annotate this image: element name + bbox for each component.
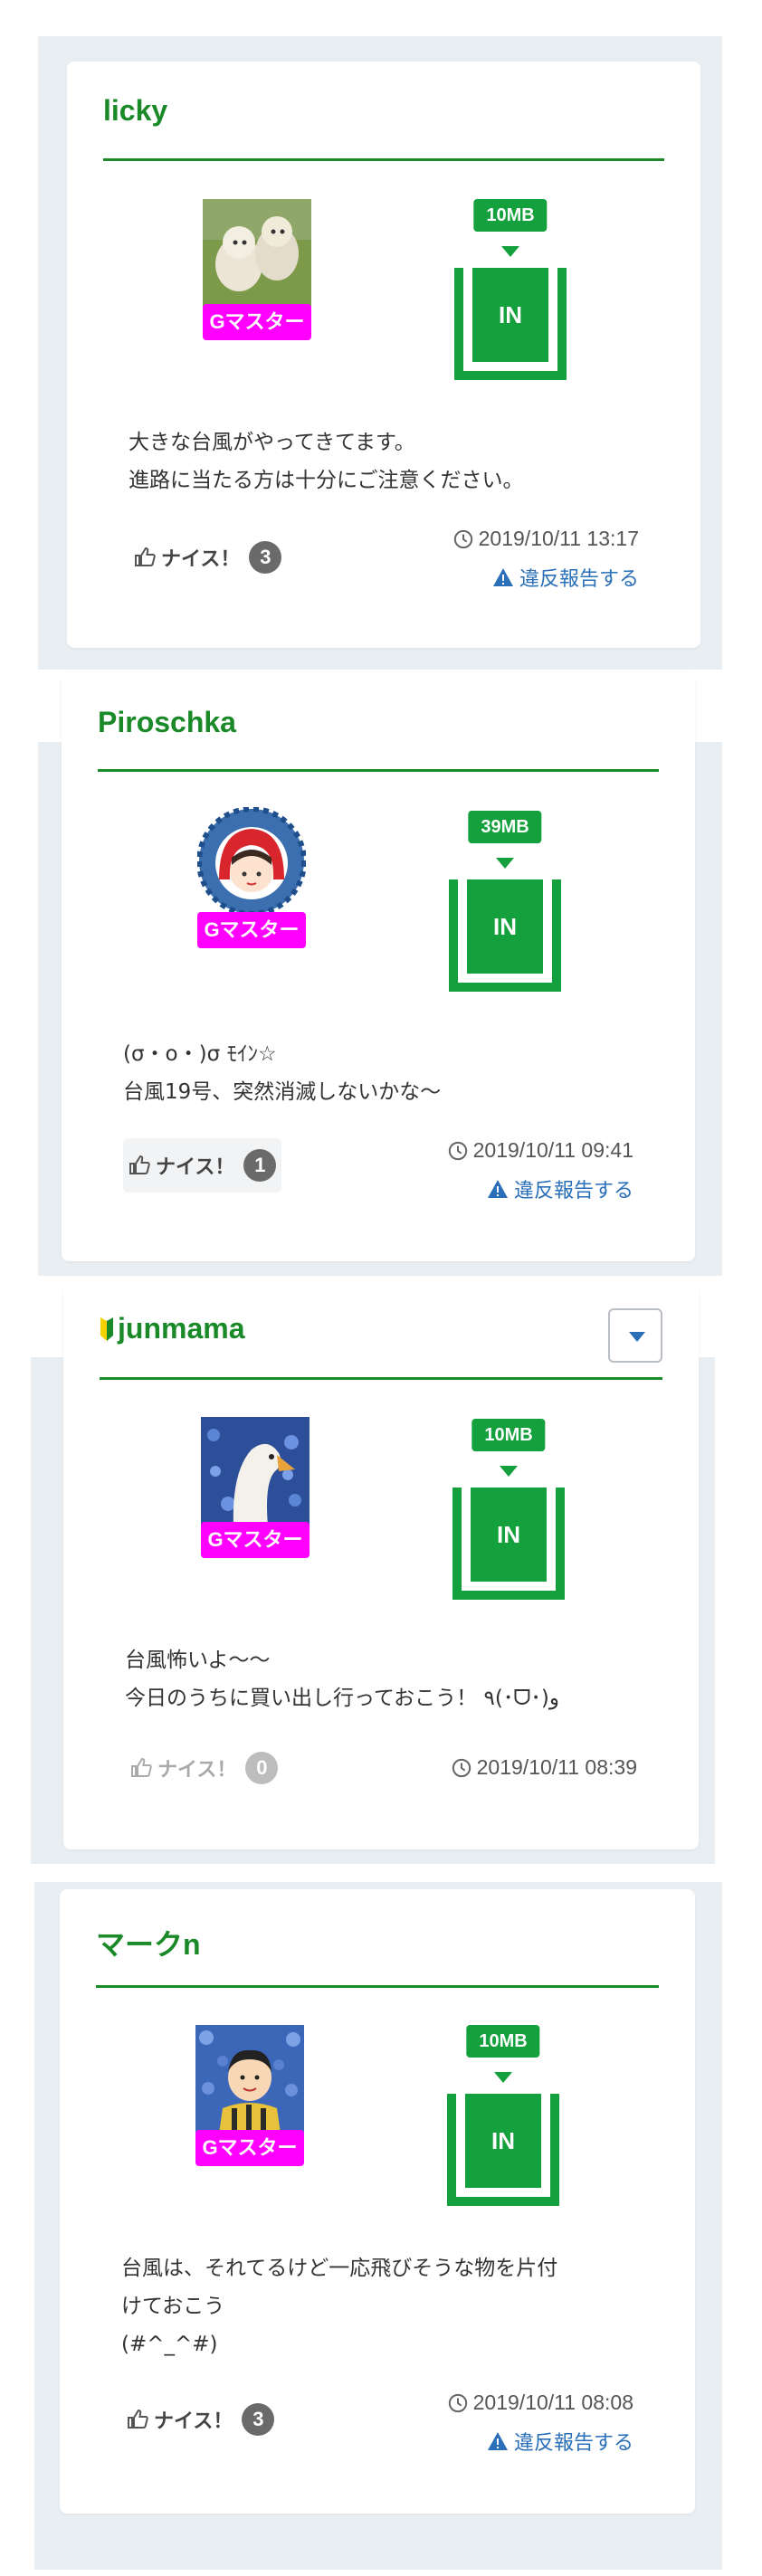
down-arrow-icon [501, 246, 519, 257]
divider [103, 158, 664, 161]
data-amount-label: 10MB [471, 1419, 546, 1451]
data-amount-label: 39MB [468, 811, 542, 843]
nice-label: ナイス！ [156, 1156, 235, 1179]
in-label: IN [472, 268, 548, 362]
nice-count: 0 [245, 1752, 279, 1784]
report-link[interactable]: 違反報告する [492, 563, 639, 592]
divider [100, 1377, 662, 1380]
thumbs-up-icon [135, 547, 156, 566]
nice-button[interactable]: ナイス！ 0 [125, 1741, 283, 1795]
comment-text: 大きな台風がやってきてます。 進路に当たる方は十分にご注意ください。 [129, 431, 524, 492]
timestamp-text: 2019/10/11 09:41 [472, 1138, 633, 1162]
data-amount-label: 10MB [466, 2025, 540, 2058]
data-transfer-icon: 10MB IN [447, 2025, 559, 2206]
in-tray-icon: IN [447, 2094, 559, 2206]
goose-photo [201, 1417, 310, 1526]
rank-badge: Gマスター [195, 2130, 304, 2166]
divider [96, 1985, 659, 1988]
red-hood-girl-avatar [197, 807, 306, 916]
avatar[interactable]: Gマスター [197, 807, 306, 950]
down-arrow-icon [494, 2072, 512, 2083]
nice-button[interactable]: ナイス！ 1 [123, 1138, 282, 1193]
nice-label: ナイス！ [154, 2410, 233, 2433]
comment-text: (σ・o・)σ ﾓｲﾝ☆ 台風19号、突然消滅しないかな〜 [123, 1042, 442, 1104]
nice-label: ナイス！ [157, 1759, 237, 1782]
data-transfer-icon: 10MB IN [452, 1419, 565, 1600]
down-arrow-icon [500, 1466, 518, 1477]
beginner-mark-icon [100, 1317, 113, 1341]
nice-count: 3 [249, 541, 282, 574]
report-label: 違反報告する [513, 2432, 633, 2455]
rank-badge: Gマスター [197, 912, 306, 948]
report-label: 違反報告する [519, 568, 639, 591]
in-label: IN [471, 1488, 547, 1582]
data-amount-label: 10MB [473, 199, 548, 232]
report-label: 違反報告する [513, 1180, 633, 1202]
in-label: IN [467, 879, 543, 974]
clock-icon [452, 1758, 471, 1777]
clock-icon [453, 529, 472, 548]
rank-badge: Gマスター [203, 304, 311, 340]
nice-button[interactable]: ナイス！ 3 [129, 530, 287, 585]
comment-text: 台風は、それてるけど一応飛びそうな物を片付 けておこう (#^_^#) [121, 2257, 558, 2356]
thumbs-up-icon [131, 1757, 152, 1777]
timestamp-text: 2019/10/11 08:39 [476, 1755, 637, 1779]
post-card: junmama Gマスター 10MB IN 台風怖いよ〜〜 今日のうちに買い出し… [63, 1283, 699, 1849]
post-card: Piroschka Gマスター 39MB IN (σ・o・)σ ﾓｲﾝ☆ 台風1… [62, 673, 695, 1261]
post-menu-dropdown-button[interactable] [608, 1308, 662, 1363]
data-transfer-icon: 10MB IN [454, 199, 567, 380]
warning-icon [487, 1180, 508, 1198]
timestamp-text: 2019/10/11 08:08 [472, 2391, 633, 2414]
avatar[interactable]: Gマスター [203, 199, 311, 342]
nice-count: 3 [242, 2403, 275, 2436]
timestamp: 2019/10/11 13:17 [453, 527, 639, 551]
post-card: licky Gマスター 10MB IN 大きな台風がやってきてます。 進路に当た… [67, 62, 700, 648]
in-tray-icon: IN [454, 268, 567, 380]
report-link[interactable]: 違反報告する [487, 2427, 633, 2456]
warning-icon [487, 2432, 508, 2450]
username[interactable]: Piroschka [98, 706, 236, 739]
in-label: IN [465, 2094, 541, 2188]
nice-count: 1 [243, 1149, 277, 1182]
divider [98, 769, 659, 772]
clock-icon [448, 1141, 467, 1160]
warning-icon [492, 568, 513, 586]
report-link[interactable]: 違反報告する [487, 1174, 633, 1203]
boy-flowers-avatar [195, 2025, 304, 2134]
chevron-down-icon [629, 1332, 645, 1342]
in-tray-icon: IN [449, 879, 561, 992]
username[interactable]: licky [103, 94, 167, 128]
post-card: マークn Gマスター 10MB IN 台風は、それてるけど一応飛びそうな物を片付… [60, 1889, 695, 2514]
avatar[interactable]: Gマスター [195, 2025, 304, 2168]
timestamp-text: 2019/10/11 13:17 [478, 527, 639, 550]
clock-icon [448, 2393, 467, 2412]
comment-text: 台風怖いよ〜〜 今日のうちに買い出し行っておこう！ ٩(･ᗜ･)و [125, 1649, 559, 1710]
username[interactable]: junmama [100, 1312, 244, 1345]
thumbs-up-icon [129, 1155, 150, 1174]
down-arrow-icon [496, 858, 514, 869]
in-tray-icon: IN [452, 1488, 565, 1600]
rank-badge: Gマスター [201, 1522, 310, 1558]
timestamp: 2019/10/11 08:39 [452, 1755, 637, 1780]
timestamp: 2019/10/11 08:08 [448, 2391, 633, 2415]
timestamp: 2019/10/11 09:41 [448, 1138, 633, 1163]
username[interactable]: マークn [96, 1922, 201, 1963]
thumbs-up-icon [128, 2409, 148, 2429]
dogs-photo [203, 199, 311, 308]
nice-button[interactable]: ナイス！ 3 [121, 2392, 280, 2447]
nice-label: ナイス！ [161, 548, 241, 571]
username-text: junmama [118, 1312, 245, 1345]
data-transfer-icon: 39MB IN [449, 811, 561, 992]
avatar[interactable]: Gマスター [201, 1417, 310, 1560]
